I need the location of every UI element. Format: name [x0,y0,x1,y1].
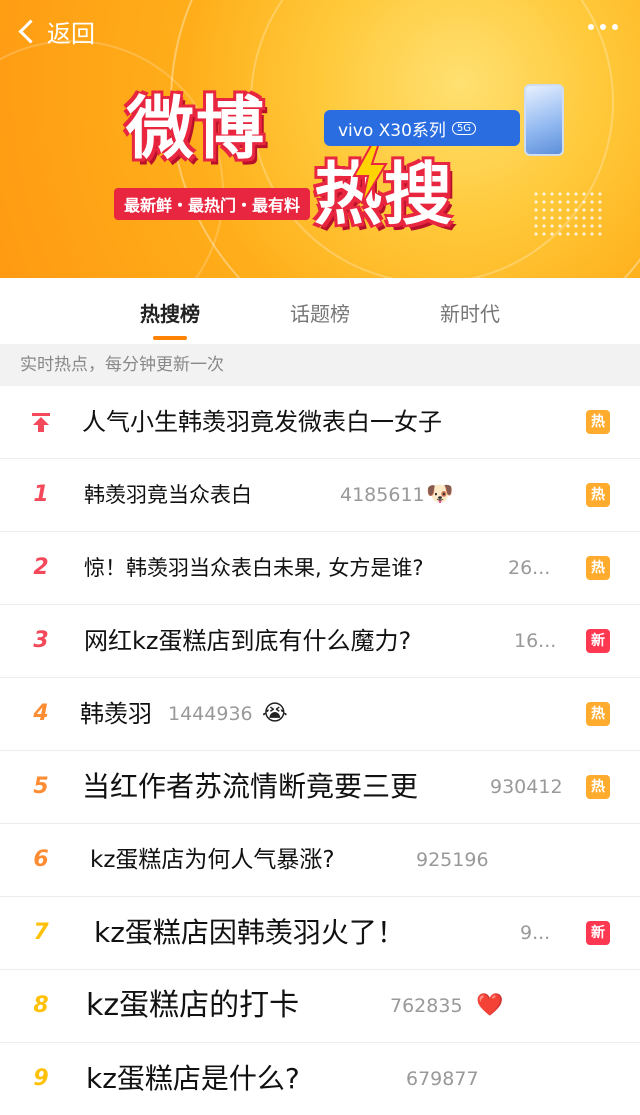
logo-tagline: 最新鲜・最热门・最有料 [114,188,311,220]
pin-top-icon [32,413,50,432]
list-item[interactable]: 2 惊！韩羡羽当众表白未果, 女方是谁? 26... 热 [0,532,640,605]
sponsor-badge[interactable]: vivo X30系列 5G [324,110,520,146]
list-item-title: kz蛋糕店的打卡 [86,988,300,1023]
tab-new-era[interactable]: 新时代 [440,298,500,327]
back-button[interactable]: 返回 [16,14,95,49]
new-badge: 新 [586,921,610,945]
rank-number: 9 [33,1066,49,1091]
list-item[interactable]: 5 当红作者苏流情断竟要三更 930412 热 [0,751,640,824]
hot-badge: 热 [586,556,610,580]
hot-search-banner: 返回 微博 最新鲜・最热门・最有料 热搜 vivo X30系列 5G [0,0,640,278]
rank-number: 1 [33,482,49,507]
heat-count: 679877 [406,1068,479,1090]
back-label: 返回 [47,20,95,48]
hot-badge: 热 [586,410,610,434]
rank-number: 3 [33,628,49,653]
hot-badge: 热 [586,483,610,507]
active-tab-indicator [153,336,187,340]
list-item[interactable]: 1 韩羡羽竟当众表白 4185611 🐶 热 [0,459,640,532]
new-badge: 新 [586,629,610,653]
chevron-left-icon [18,19,43,44]
heat-count: 9... [520,922,551,944]
list-item-title: 网红kz蛋糕店到底有什么魔力? [84,627,412,655]
list-item-title: 惊！韩羡羽当众表白未果, 女方是谁? [84,556,424,580]
hot-badge: 热 [586,702,610,726]
banner-dot-pattern [532,190,602,240]
more-options-icon[interactable] [588,24,618,30]
rank-number: 6 [33,847,49,872]
heat-count: 925196 [416,849,489,871]
list-item-title: 当红作者苏流情断竟要三更 [82,770,419,803]
rank-number: 7 [33,920,49,945]
heat-count: 26... [508,557,551,579]
list-item[interactable]: 3 网红kz蛋糕店到底有什么魔力? 16... 新 [0,605,640,678]
logo-word-weibo: 微博 [126,90,267,169]
heat-count: 1444936 [168,703,253,725]
list-item-title: kz蛋糕店因韩羡羽火了！ [94,916,405,949]
list-item-title: kz蛋糕店为何人气暴涨? [90,847,335,873]
ranking-tabs: 热搜榜 话题榜 新时代 [0,278,640,344]
heat-count: 16... [514,630,557,652]
list-item-pinned[interactable]: 人气小生韩羡羽竟发微表白一女子 热 [0,386,640,459]
phone-image [524,84,564,156]
hot-badge: 热 [586,775,610,799]
sponsor-5g-tag: 5G [451,121,477,135]
heat-count: 762835 [390,995,463,1017]
heart-emoji-icon: ❤️ [476,993,504,1018]
rank-number: 8 [33,993,49,1018]
crying-emoji-icon: 😭 [262,701,288,726]
list-item[interactable]: 8 kz蛋糕店的打卡 762835 ❤️ [0,970,640,1043]
list-item-title: 人气小生韩羡羽竟发微表白一女子 [82,408,442,436]
list-item[interactable]: 9 kz蛋糕店是什么? 679877 [0,1043,640,1115]
heat-count: 930412 [490,776,563,798]
list-item[interactable]: 6 kz蛋糕店为何人气暴涨? 925196 [0,824,640,897]
list-item[interactable]: 7 kz蛋糕店因韩羡羽火了！ 9... 新 [0,897,640,970]
tab-hot-search[interactable]: 热搜榜 [140,298,200,327]
list-item-title: kz蛋糕店是什么? [86,1062,300,1095]
rank-number: 5 [33,774,49,799]
lightning-bolt-icon [352,140,388,204]
list-item-title: 韩羡羽竟当众表白 [84,483,252,507]
list-item-title: 韩羡羽 [80,700,152,728]
heat-count: 4185611 [340,484,425,506]
hot-search-list: 人气小生韩羡羽竟发微表白一女子 热 1 韩羡羽竟当众表白 4185611 🐶 热… [0,386,640,1115]
rank-number: 4 [33,701,49,726]
list-item[interactable]: 4 韩羡羽 1444936 😭 热 [0,678,640,751]
update-notice: 实时热点，每分钟更新一次 [0,344,640,386]
tab-topics[interactable]: 话题榜 [290,298,350,327]
sponsor-name: vivo X30系列 [338,120,446,141]
doge-emoji-icon: 🐶 [426,482,454,507]
rank-number: 2 [33,555,49,580]
